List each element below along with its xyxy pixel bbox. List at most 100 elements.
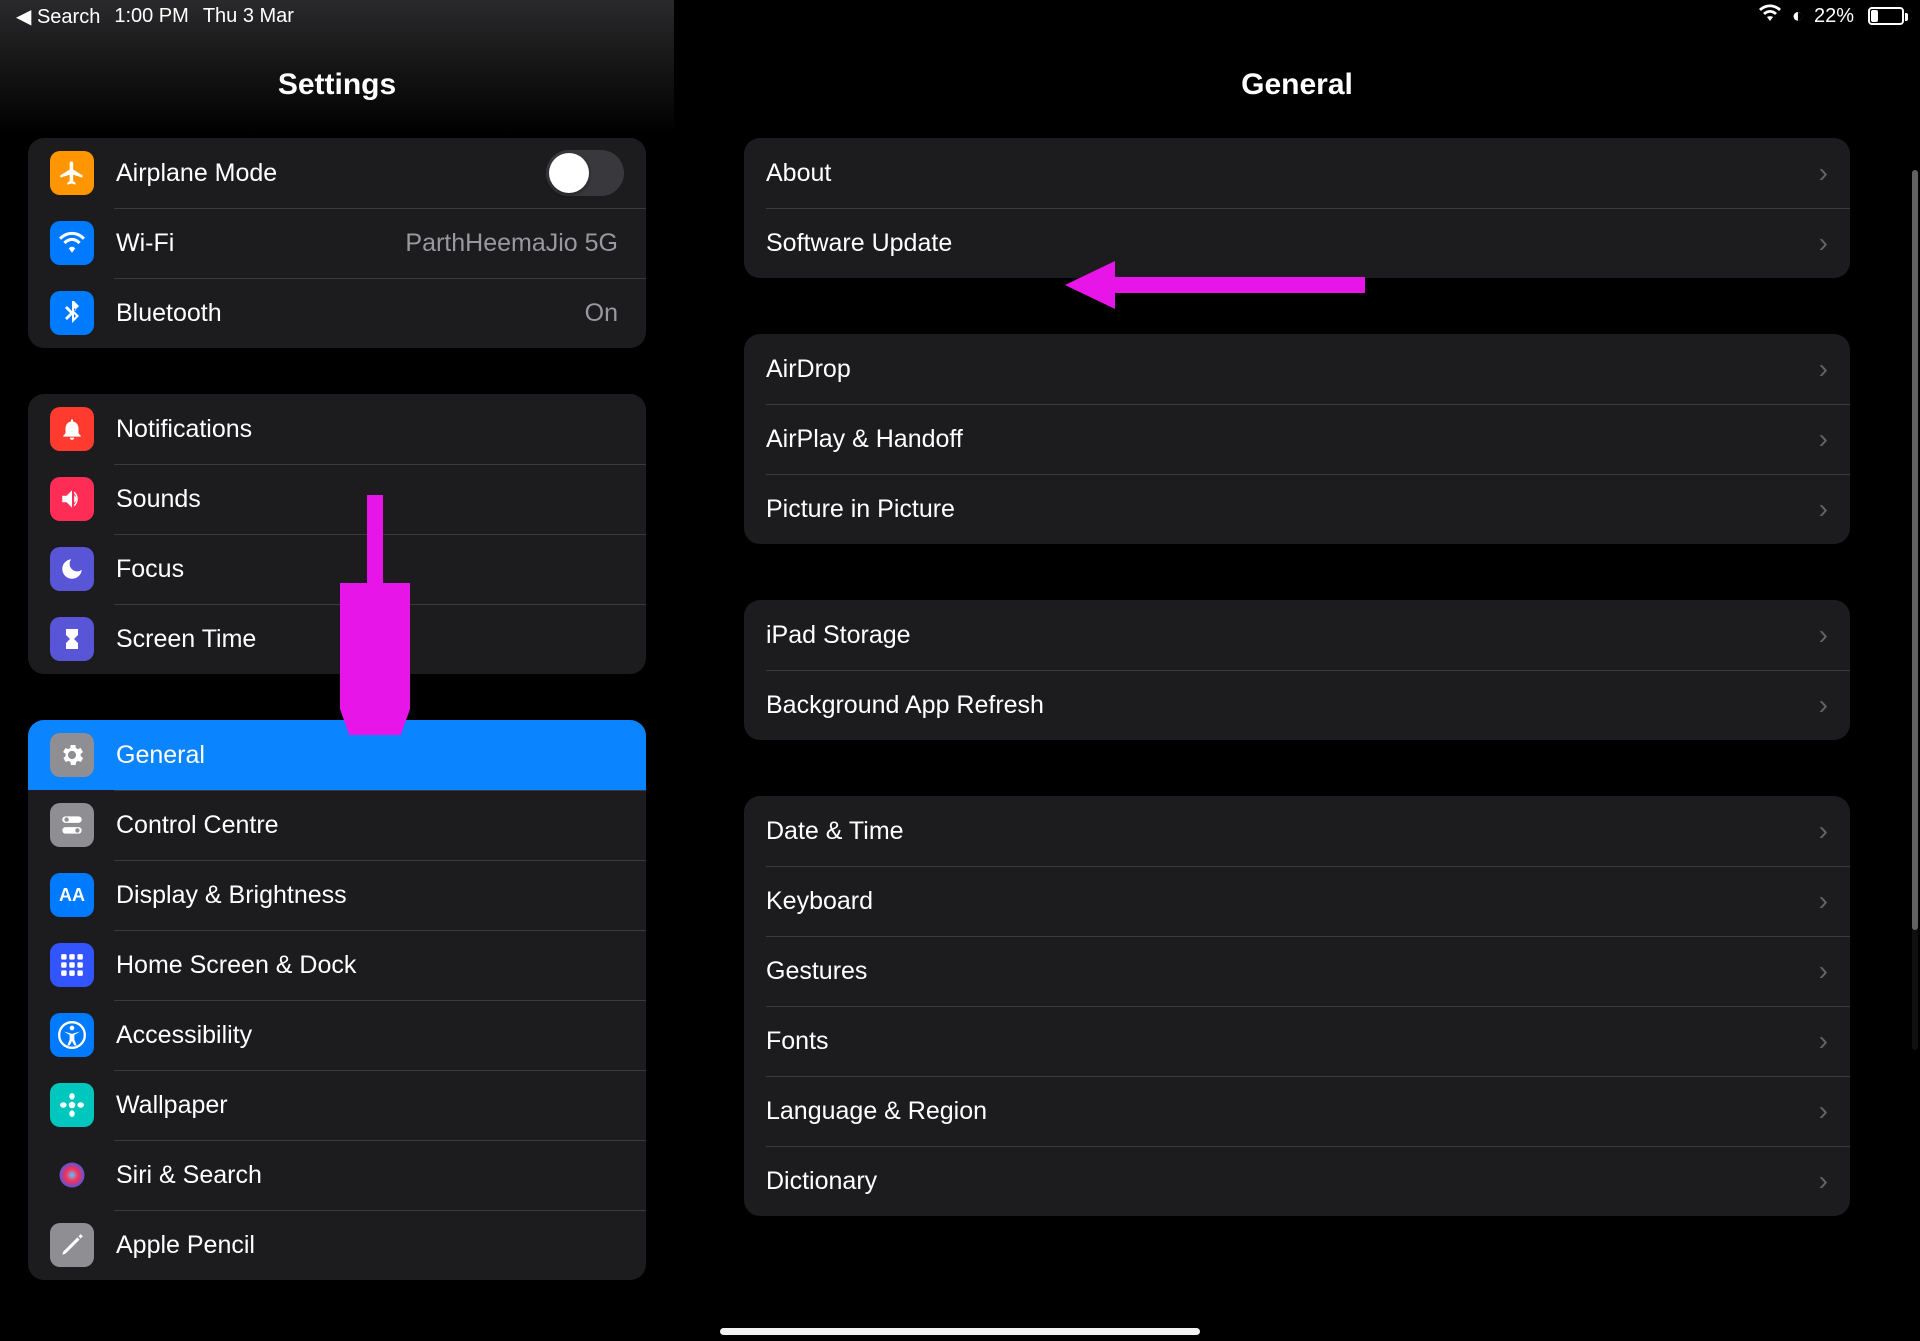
sidebar-item-siri-search[interactable]: Siri & Search — [28, 1140, 646, 1210]
detail-item-label: Language & Region — [766, 1097, 1819, 1126]
siri-icon — [50, 1153, 94, 1197]
chevron-right-icon: › — [1819, 815, 1828, 847]
wifi-icon — [50, 221, 94, 265]
sidebar-item-label: Focus — [116, 555, 624, 584]
sidebar-item-label: Airplane Mode — [116, 159, 546, 188]
detail-item-label: AirDrop — [766, 355, 1819, 384]
detail-item-software-update[interactable]: Software Update› — [744, 208, 1850, 278]
detail-item-label: AirPlay & Handoff — [766, 425, 1819, 454]
pencil-icon — [50, 1223, 94, 1267]
detail-item-label: Fonts — [766, 1027, 1819, 1056]
detail-group: About›Software Update› — [744, 138, 1850, 278]
detail-item-picture-in-picture[interactable]: Picture in Picture› — [744, 474, 1850, 544]
text-size-icon: AA — [50, 873, 94, 917]
back-to-app[interactable]: ◀ Search — [16, 4, 100, 29]
chevron-right-icon: › — [1819, 689, 1828, 721]
detail-item-date-time[interactable]: Date & Time› — [744, 796, 1850, 866]
moon-icon — [50, 547, 94, 591]
wifi-status-icon — [1758, 4, 1782, 28]
detail-item-label: Background App Refresh — [766, 691, 1819, 720]
sidebar-group: Notifications Sounds Focus Screen Time — [28, 394, 646, 674]
accessibility-icon — [50, 1013, 94, 1057]
sidebar-item-label: Accessibility — [116, 1021, 624, 1050]
sidebar-item-label: Home Screen & Dock — [116, 951, 624, 980]
battery-icon — [1864, 7, 1904, 25]
detail-item-about[interactable]: About› — [744, 138, 1850, 208]
chevron-right-icon: › — [1819, 493, 1828, 525]
flower-icon — [50, 1083, 94, 1127]
sidebar-item-home-screen-dock[interactable]: Home Screen & Dock — [28, 930, 646, 1000]
sidebar-item-label: Wi-Fi — [116, 229, 405, 258]
sidebar-item-wifi[interactable]: Wi-FiParthHeemaJio 5G — [28, 208, 646, 278]
sidebar-item-control-centre[interactable]: Control Centre — [28, 790, 646, 860]
sidebar-item-apple-pencil[interactable]: Apple Pencil — [28, 1210, 646, 1280]
detail-item-fonts[interactable]: Fonts› — [744, 1006, 1850, 1076]
airplane-icon — [50, 151, 94, 195]
status-bar: ◀ Search 1:00 PM Thu 3 Mar ◐ 22% — [0, 0, 1920, 32]
sidebar-item-label: Control Centre — [116, 811, 624, 840]
detail-item-airplay-handoff[interactable]: AirPlay & Handoff› — [744, 404, 1850, 474]
sidebar-item-focus[interactable]: Focus — [28, 534, 646, 604]
switches-icon — [50, 803, 94, 847]
chevron-right-icon: › — [1819, 423, 1828, 455]
detail-group: Date & Time›Keyboard›Gestures›Fonts›Lang… — [744, 796, 1850, 1216]
sidebar-item-wallpaper[interactable]: Wallpaper — [28, 1070, 646, 1140]
detail-item-label: About — [766, 159, 1819, 188]
chevron-left-icon: ◀ — [16, 6, 31, 28]
sidebar-item-label: Wallpaper — [116, 1091, 624, 1120]
chevron-right-icon: › — [1819, 227, 1828, 259]
sidebar-item-bluetooth[interactable]: BluetoothOn — [28, 278, 646, 348]
gear-icon — [50, 733, 94, 777]
sidebar-item-value: ParthHeemaJio 5G — [405, 229, 618, 258]
sidebar-item-label: Notifications — [116, 415, 624, 444]
detail-item-label: Date & Time — [766, 817, 1819, 846]
detail-item-dictionary[interactable]: Dictionary› — [744, 1146, 1850, 1216]
back-label: Search — [37, 6, 100, 28]
chevron-right-icon: › — [1819, 157, 1828, 189]
sidebar-item-accessibility[interactable]: Accessibility — [28, 1000, 646, 1070]
chevron-right-icon: › — [1819, 619, 1828, 651]
detail-item-language-region[interactable]: Language & Region› — [744, 1076, 1850, 1146]
sidebar-item-display-brightness[interactable]: AADisplay & Brightness — [28, 860, 646, 930]
detail-item-keyboard[interactable]: Keyboard› — [744, 866, 1850, 936]
sidebar-title: Settings — [0, 40, 674, 138]
sidebar-item-general[interactable]: General — [28, 720, 646, 790]
sidebar-item-label: Siri & Search — [116, 1161, 624, 1190]
detail-item-label: Gestures — [766, 957, 1819, 986]
detail-item-label: iPad Storage — [766, 621, 1819, 650]
sidebar-item-airplane-mode[interactable]: Airplane Mode — [28, 138, 646, 208]
detail-item-label: Picture in Picture — [766, 495, 1819, 524]
chevron-right-icon: › — [1819, 885, 1828, 917]
sidebar-item-value: On — [585, 299, 618, 328]
detail-item-gestures[interactable]: Gestures› — [744, 936, 1850, 1006]
detail-title: General — [674, 40, 1920, 138]
bell-icon — [50, 407, 94, 451]
detail-group: AirDrop›AirPlay & Handoff›Picture in Pic… — [744, 334, 1850, 544]
detail-item-airdrop[interactable]: AirDrop› — [744, 334, 1850, 404]
sidebar-item-notifications[interactable]: Notifications — [28, 394, 646, 464]
settings-detail: General About›Software Update›AirDrop›Ai… — [674, 0, 1920, 1341]
sidebar-item-sounds[interactable]: Sounds — [28, 464, 646, 534]
sidebar-item-label: Bluetooth — [116, 299, 585, 328]
hourglass-icon — [50, 617, 94, 661]
sidebar-group: General Control Centre AADisplay & Brightn… — [28, 720, 646, 1280]
chevron-right-icon: › — [1819, 353, 1828, 385]
bluetooth-icon — [50, 291, 94, 335]
sidebar-item-screen-time[interactable]: Screen Time — [28, 604, 646, 674]
sidebar-item-label: Sounds — [116, 485, 624, 514]
detail-item-ipad-storage[interactable]: iPad Storage› — [744, 600, 1850, 670]
chevron-right-icon: › — [1819, 955, 1828, 987]
detail-item-background-app-refresh[interactable]: Background App Refresh› — [744, 670, 1850, 740]
chevron-right-icon: › — [1819, 1025, 1828, 1057]
scrollbar[interactable] — [1912, 170, 1918, 1050]
chevron-right-icon: › — [1819, 1165, 1828, 1197]
detail-item-label: Keyboard — [766, 887, 1819, 916]
sidebar-item-label: Apple Pencil — [116, 1231, 624, 1260]
sidebar-item-label: Screen Time — [116, 625, 624, 654]
grid-icon — [50, 943, 94, 987]
airplane-mode-toggle[interactable] — [546, 150, 624, 196]
speaker-icon — [50, 477, 94, 521]
detail-group: iPad Storage›Background App Refresh› — [744, 600, 1850, 740]
status-date: Thu 3 Mar — [203, 5, 294, 28]
do-not-disturb-icon: ◐ — [1792, 5, 1804, 28]
